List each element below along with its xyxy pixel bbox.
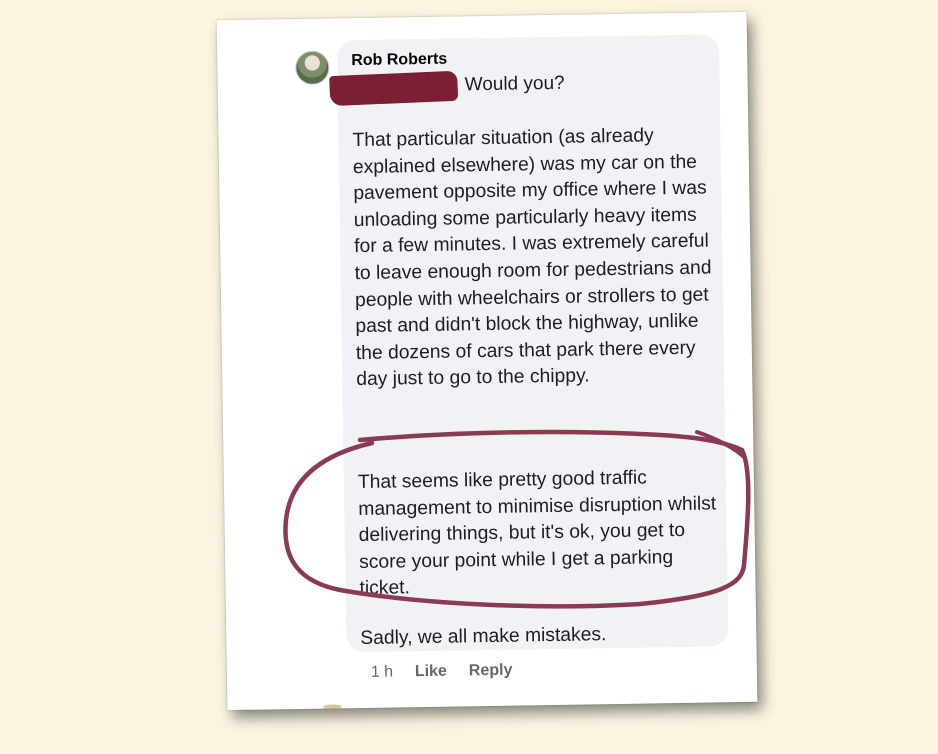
comment-author-name[interactable]: Rob Roberts — [351, 51, 447, 71]
comment-paragraph-2: That seems like pretty good traffic mana… — [357, 467, 717, 600]
author-avatar[interactable] — [295, 50, 330, 85]
like-button[interactable]: Like — [415, 662, 469, 681]
comment-paragraph-3: Sadly, we all make mistakes. — [360, 624, 607, 650]
comment-screenshot-card: Rob Roberts Would you? That particular s… — [216, 11, 758, 711]
mention-tail-text: Would you? — [464, 72, 565, 96]
redacted-mention — [329, 70, 459, 107]
reply-button[interactable]: Reply — [469, 662, 513, 681]
comment-paragraph-1: That particular situation (as already ex… — [352, 125, 712, 391]
comment-bubble: Rob Roberts Would you? That particular s… — [329, 34, 729, 653]
next-comment-avatar-peek — [323, 704, 342, 709]
comment-timestamp[interactable]: 1 h — [371, 663, 415, 682]
comment-actions: 1 h Like Reply — [371, 662, 513, 682]
